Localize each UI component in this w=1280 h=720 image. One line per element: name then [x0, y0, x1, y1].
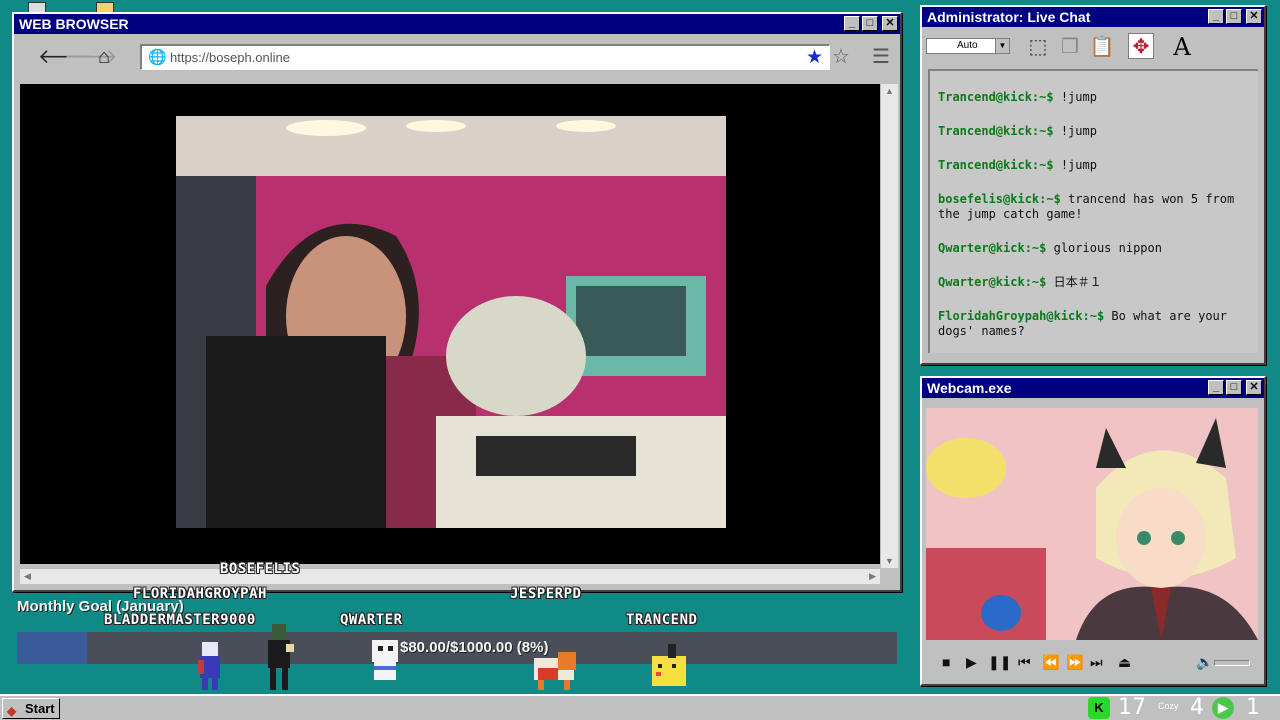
globe-icon: 🌐 [148, 49, 167, 66]
chat-log[interactable]: Trancend@kick:~$ !jump Trancend@kick:~$ !… [928, 69, 1258, 353]
chat-title: Administrator: Live Chat [927, 9, 1091, 25]
copy-icon[interactable]: ❐ [1056, 33, 1084, 61]
chat-username: Trancend@kick:~$ [938, 124, 1054, 138]
close-button[interactable]: ✕ [1246, 380, 1262, 395]
chat-text: !jump [1060, 90, 1097, 104]
chat-titlebar[interactable]: Administrator: Live Chat _ □ ✕ [922, 7, 1264, 27]
viewer-sprite [534, 652, 576, 690]
webcam-view [926, 408, 1258, 640]
chat-message: Trancend@kick:~$ !jump [938, 124, 1252, 139]
viewer-name: JESPERPD [510, 586, 582, 602]
chat-message: Qwarter@kick:~$ 日本＃１ [938, 275, 1252, 290]
rewind-icon[interactable]: ⏪ [1042, 654, 1059, 671]
viewer-sprite [268, 624, 294, 690]
tray-stat-2: 4 [1190, 695, 1204, 720]
font-size-value: Auto [957, 40, 978, 51]
chat-text: !jump [1060, 158, 1097, 172]
url-text: https://boseph.online [170, 50, 290, 65]
viewer-name: BOSEFELIS [220, 561, 301, 577]
browser-window: WEB BROWSER _ □ ✕ 🡐 🡒 ⌂ 🌐 https://boseph… [12, 12, 902, 592]
taskbar: ◆ Start K 17 Cozy 4 ▶ 1 [0, 694, 1280, 720]
viewer-sprite [372, 640, 398, 680]
volume-icon[interactable]: 🔈 [1196, 654, 1213, 671]
chat-username: bosefelis@kick:~$ [938, 192, 1061, 206]
play-icon[interactable]: ▶ [966, 654, 977, 671]
webcam-title: Webcam.exe [927, 380, 1012, 396]
minimize-button[interactable]: _ [1208, 9, 1224, 24]
kick-icon[interactable]: K [1088, 697, 1110, 719]
horizontal-scrollbar[interactable]: ◀ ▶ [20, 568, 880, 584]
maximize-button[interactable]: □ [1226, 9, 1242, 24]
chat-text: !jump [1060, 124, 1097, 138]
chat-username: Trancend@kick:~$ [938, 158, 1054, 172]
close-button[interactable]: ✕ [882, 16, 898, 31]
chat-message: Trancend@kick:~$ !jump [938, 158, 1252, 173]
tray-stat-3: 1 [1246, 695, 1260, 720]
font-size-select[interactable]: Auto ▼ [926, 38, 1010, 54]
goal-progress-text: $80.00/$1000.00 (8%) [400, 639, 549, 656]
chat-message: Qwarter@kick:~$ glorious nippon [938, 241, 1252, 256]
video-frame [176, 116, 726, 528]
eject-icon[interactable]: ⏏ [1118, 654, 1131, 671]
chat-message: FloridahGroypah@kick:~$ Bo what are your… [938, 309, 1252, 339]
browser-title: WEB BROWSER [19, 16, 129, 32]
minimize-button[interactable]: _ [1208, 380, 1224, 395]
page-content [20, 84, 880, 564]
viewer-name: TRANCEND [626, 612, 698, 628]
font-icon[interactable]: A [1168, 33, 1196, 61]
address-bar[interactable]: 🌐 https://boseph.online ★ [140, 44, 830, 70]
chat-text: 日本＃１ [1053, 275, 1102, 289]
volume-slider[interactable] [1214, 660, 1250, 666]
home-icon[interactable]: ⌂ [98, 46, 110, 68]
chat-toolbar: Auto ▼ ⬚ ❐ 📋 ✥ A [922, 27, 1264, 63]
stop-icon[interactable]: ■ [942, 654, 950, 670]
viewer-name: BLADDERMASTER9000 [104, 612, 256, 628]
maximize-button[interactable]: □ [862, 16, 878, 31]
chat-window: Administrator: Live Chat _ □ ✕ Auto ▼ ⬚ … [920, 5, 1266, 365]
webcam-titlebar[interactable]: Webcam.exe _ □ ✕ [922, 378, 1264, 398]
skip-forward-icon[interactable]: ⏭ [1090, 654, 1103, 671]
media-controls: ■ ▶ ❚❚ ⏮ ⏪ ⏩ ⏭ ⏏ 🔈 [926, 646, 1258, 680]
move-icon[interactable]: ✥ [1128, 33, 1154, 59]
tray-stat-label: Cozy [1158, 701, 1179, 711]
chat-message: Trancend@kick:~$ !jump [938, 90, 1252, 105]
viewer-sprite [198, 642, 220, 690]
close-button[interactable]: ✕ [1246, 9, 1262, 24]
tray-stat-1: 17 [1118, 695, 1146, 720]
browser-titlebar[interactable]: WEB BROWSER _ □ ✕ [14, 14, 900, 34]
bookmark-star-icon[interactable]: ★ [806, 46, 823, 69]
paste-icon[interactable]: 📋 [1088, 33, 1116, 61]
viewer-sprite [652, 644, 686, 686]
viewer-name: QWARTER [340, 612, 403, 628]
skip-back-icon[interactable]: ⏮ [1018, 654, 1031, 671]
chat-username: FloridahGroypah@kick:~$ [938, 309, 1105, 323]
goal-progress-fill [17, 632, 88, 664]
play-circle-icon[interactable]: ▶ [1212, 697, 1234, 719]
chat-text: glorious nippon [1053, 241, 1162, 255]
browser-navbar: 🡐 🡒 ⌂ 🌐 https://boseph.online ★ ☆ ☰ [14, 34, 900, 80]
select-icon[interactable]: ⬚ [1024, 33, 1052, 61]
pause-icon[interactable]: ❚❚ [988, 654, 1011, 671]
fast-forward-icon[interactable]: ⏩ [1066, 654, 1083, 671]
maximize-button[interactable]: □ [1226, 380, 1242, 395]
start-label: Start [25, 701, 55, 716]
chat-username: Trancend@kick:~$ [938, 90, 1054, 104]
webcam-window: Webcam.exe _ □ ✕ ■ ▶ ❚❚ ⏮ ⏪ ⏩ ⏭ ⏏ 🔈 [920, 376, 1266, 686]
video-player[interactable] [176, 116, 726, 528]
minimize-button[interactable]: _ [844, 16, 860, 31]
chat-message: bosefelis@kick:~$ trancend has won 5 fro… [938, 192, 1252, 222]
windows-logo-icon: ◆ [7, 704, 17, 718]
favorites-icon[interactable]: ☆ [832, 46, 850, 68]
menu-icon[interactable]: ☰ [872, 46, 890, 68]
chat-username: Qwarter@kick:~$ [938, 275, 1047, 289]
vertical-scrollbar[interactable]: ▲ ▼ [880, 84, 898, 568]
viewer-name: FLORIDAHGROYPAH [133, 586, 267, 602]
chevron-down-icon: ▼ [995, 39, 1009, 53]
webcam-avatar [926, 408, 1258, 640]
start-button[interactable]: ◆ Start [2, 698, 60, 719]
chat-username: Qwarter@kick:~$ [938, 241, 1047, 255]
